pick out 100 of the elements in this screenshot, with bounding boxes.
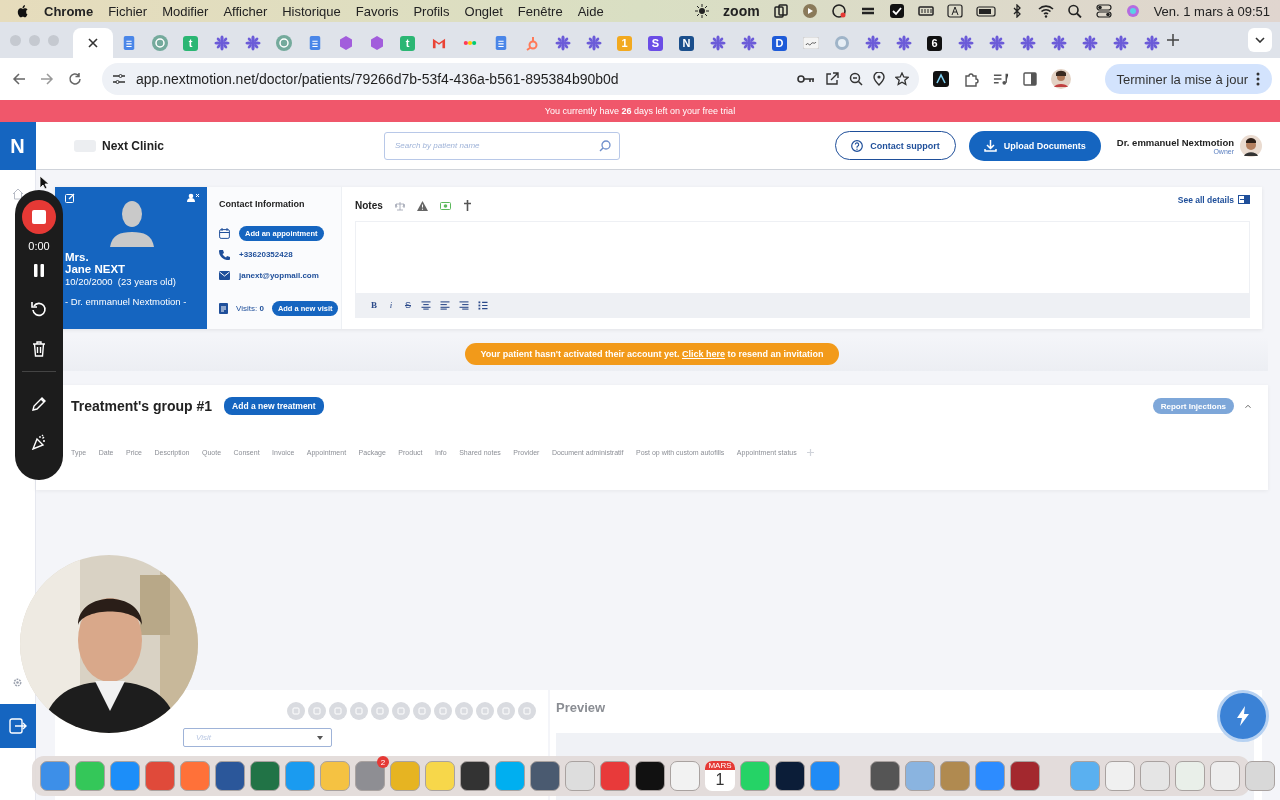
cross-icon[interactable] <box>462 200 472 211</box>
copy-icon[interactable] <box>772 4 789 18</box>
knot-icon <box>151 35 168 51</box>
menu-item[interactable]: Afficher <box>223 3 268 19</box>
calendar-app-icon[interactable]: MARS 1 <box>705 761 735 791</box>
gauge-icon[interactable] <box>830 4 847 18</box>
mail-icon <box>219 271 230 280</box>
tool-icon <box>502 707 510 715</box>
logout-button[interactable] <box>0 704 36 748</box>
search-field[interactable]: Search by patient name <box>384 131 620 160</box>
close-icon[interactable] <box>88 38 98 48</box>
extension-icon[interactable] <box>933 71 949 87</box>
stop-recording-button[interactable] <box>22 200 56 234</box>
expand-panel-icon[interactable] <box>1238 195 1250 204</box>
calendar-icon <box>219 228 230 239</box>
draw-button[interactable] <box>31 396 47 412</box>
key-icon[interactable] <box>797 73 815 85</box>
flower-icon <box>244 35 261 51</box>
remove-user-icon[interactable] <box>187 193 199 202</box>
menu-item[interactable]: Favoris <box>355 3 399 19</box>
warning-icon[interactable] <box>416 200 428 211</box>
patient-title: Mrs. <box>65 251 90 263</box>
phone-icon <box>219 249 230 260</box>
input-source-icon[interactable] <box>946 4 963 18</box>
search-icon[interactable] <box>1066 4 1083 18</box>
menu-item[interactable]: Historique <box>282 3 341 19</box>
tool-icon <box>439 707 447 715</box>
phone-number[interactable]: +33620352428 <box>239 250 293 259</box>
user-name[interactable]: Dr. emmanuel Nextmotion <box>1116 136 1234 148</box>
zoom-menu-item[interactable]: zoom <box>723 3 760 19</box>
play-icon[interactable] <box>801 4 818 18</box>
app-icon[interactable] <box>775 761 805 791</box>
user-avatar-icon[interactable] <box>1240 134 1262 157</box>
site-settings-icon[interactable] <box>112 73 126 85</box>
chevron-up-icon[interactable] <box>1244 403 1252 409</box>
tab-icon: t <box>183 35 198 51</box>
bold-button[interactable]: B <box>370 300 378 310</box>
menu-item[interactable]: Fichier <box>108 3 148 19</box>
cursor-icon <box>39 175 49 190</box>
star-icon[interactable] <box>895 72 909 86</box>
battery-icon[interactable] <box>975 4 996 18</box>
reload-icon[interactable] <box>68 72 82 86</box>
edit-icon[interactable] <box>65 193 75 203</box>
delete-button[interactable] <box>32 341 46 357</box>
control-center-icon[interactable] <box>1095 4 1112 18</box>
strike-button[interactable]: S <box>404 300 412 310</box>
document-icon <box>121 35 136 51</box>
forward-icon[interactable] <box>40 72 54 86</box>
money-icon[interactable] <box>439 201 451 210</box>
sun-icon[interactable] <box>694 4 711 18</box>
browser-tab[interactable]: 6 <box>919 28 950 58</box>
menu-item[interactable]: Fenêtre <box>517 3 563 19</box>
app-logo[interactable]: N <box>0 122 36 170</box>
back-icon[interactable] <box>12 72 26 86</box>
menu-clock[interactable]: Ven. 1 mars à 09:51 <box>1153 3 1270 19</box>
update-button[interactable]: Terminer la mise à jour <box>1104 64 1272 94</box>
apple-icon[interactable] <box>16 3 29 19</box>
menu-item[interactable]: Onglet <box>464 3 503 19</box>
menu-item[interactable]: Modifier <box>162 3 209 19</box>
address-bar[interactable]: app.nextmotion.net/doctor/patients/79266d7b-53f4-436a-b561-895384b90b0d <box>102 63 919 95</box>
app-icon[interactable] <box>635 761 665 791</box>
upload-documents-button[interactable]: Upload Documents <box>968 130 1101 161</box>
contact-support-button[interactable]: Contact support <box>835 131 956 160</box>
notes-editor[interactable]: B i S <box>355 221 1250 318</box>
scale-icon[interactable] <box>394 200 405 211</box>
zoom-out-icon[interactable] <box>849 72 863 86</box>
menu-item[interactable]: Profils <box>413 3 450 19</box>
orb-icon[interactable] <box>1124 4 1141 18</box>
app-icon[interactable] <box>460 761 490 791</box>
email-address[interactable]: janext@yopmail.com <box>239 271 319 280</box>
side-panel-icon[interactable] <box>1023 72 1037 86</box>
pause-button[interactable] <box>34 264 44 277</box>
browser-tab[interactable]: N <box>671 28 702 58</box>
menu-item[interactable]: Chrome <box>44 3 94 19</box>
effects-button[interactable] <box>31 434 47 450</box>
media-icon[interactable] <box>993 72 1009 86</box>
puzzle-icon[interactable] <box>963 71 979 87</box>
browser-tab[interactable]: S <box>640 28 671 58</box>
pause-icon <box>34 264 44 277</box>
list-icon[interactable] <box>478 300 488 310</box>
italic-button[interactable]: i <box>387 300 395 310</box>
align-left-icon[interactable] <box>440 300 450 310</box>
tool-icon <box>481 707 489 715</box>
open-external-icon[interactable] <box>825 72 839 86</box>
align-center-icon[interactable] <box>421 300 431 310</box>
browser-tab[interactable]: D <box>764 28 795 58</box>
tab-search-button[interactable] <box>1248 28 1272 52</box>
wifi-icon[interactable] <box>1037 4 1054 18</box>
profile-avatar-icon[interactable] <box>1051 69 1071 89</box>
align-right-icon[interactable] <box>459 300 469 310</box>
settings-icon[interactable] <box>12 677 23 688</box>
home-icon[interactable] <box>11 188 24 200</box>
location-pin-icon[interactable] <box>873 72 885 86</box>
menu-item[interactable]: Aide <box>577 3 604 19</box>
add-treatment-button[interactable]: Add a new treatment <box>224 397 324 415</box>
see-all-details-link[interactable]: See all details <box>1177 194 1234 205</box>
check-icon[interactable] <box>888 4 905 18</box>
memory-icon[interactable] <box>917 4 934 18</box>
new-tab-icon[interactable] <box>1167 34 1179 46</box>
restart-button[interactable] <box>31 301 47 317</box>
